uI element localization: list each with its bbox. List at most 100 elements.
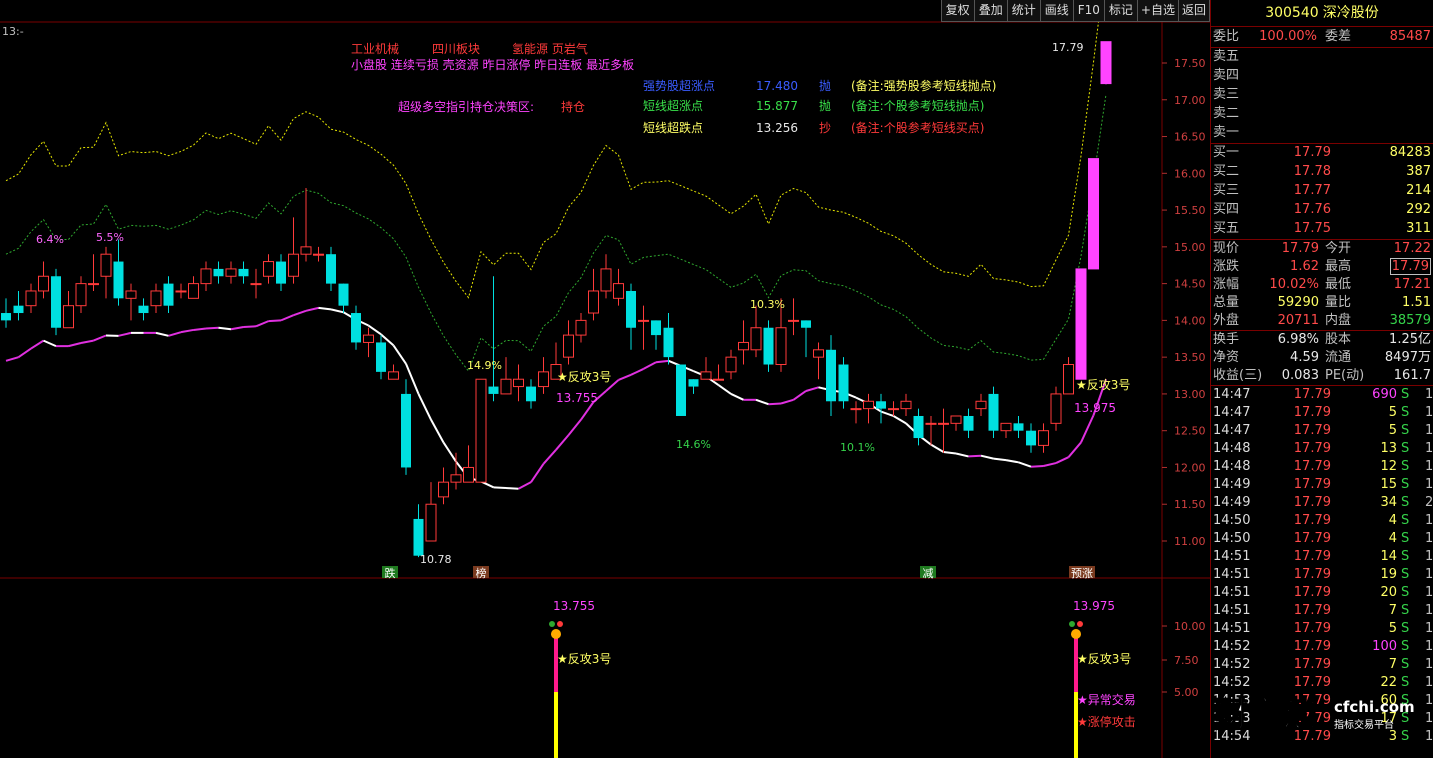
candle-body xyxy=(925,422,937,425)
quote-value: 38579 xyxy=(1389,313,1431,328)
sub-signal-dot xyxy=(1069,621,1075,627)
lower-band-segment xyxy=(155,331,169,337)
candle-body xyxy=(138,305,149,314)
tick-volume: 34 xyxy=(1380,495,1397,510)
candle-body xyxy=(638,319,649,322)
tick-time: 14:51 xyxy=(1213,621,1251,636)
bid-price: 17.79 xyxy=(1293,145,1331,160)
lower-band-segment xyxy=(955,452,969,458)
quote-value: 17.21 xyxy=(1393,277,1431,292)
strategy-label: 超级多空指引持仓决策区: xyxy=(398,99,534,114)
lower-band-segment xyxy=(68,342,82,348)
candle-body xyxy=(700,371,712,380)
bid-label: 买四 xyxy=(1213,202,1240,217)
candle-body-limit-up xyxy=(1075,268,1087,380)
ask-label: 卖五 xyxy=(1213,49,1240,64)
tick-price: 17.79 xyxy=(1293,657,1331,672)
toolbar-draw-button[interactable]: 画线 xyxy=(1039,0,1074,22)
sub-signal-label: 13.755 xyxy=(553,599,595,613)
tick-time: 14:47 xyxy=(1213,423,1251,438)
tick-direction: S xyxy=(1401,477,1410,492)
candle-body xyxy=(850,408,862,411)
quote-value: 59290 xyxy=(1277,295,1319,310)
lower-band-segment xyxy=(180,328,194,334)
tick-time: 14:51 xyxy=(1213,603,1251,618)
tick-direction: S xyxy=(1401,531,1410,546)
tick-count: 1 xyxy=(1425,459,1433,474)
sub-signal-label: ★异常交易 xyxy=(1077,692,1136,707)
stock-name: 深冷股份 xyxy=(1322,5,1379,21)
lower-band-segment xyxy=(968,454,982,458)
fund-label: PE(动) xyxy=(1325,368,1365,383)
signal-action: 抛 xyxy=(819,78,831,93)
candle-body xyxy=(413,518,424,556)
signal-name: 强势股超涨点 xyxy=(643,78,715,93)
signal-annotation: 13.975 xyxy=(1074,401,1116,415)
tick-row: 14:52 17.79 100 S 1 xyxy=(1211,638,1433,656)
tick-time: 14:50 xyxy=(1213,513,1251,528)
tick-count: 1 xyxy=(1425,423,1433,438)
lower-band-segment xyxy=(630,368,644,376)
candle-body xyxy=(838,364,849,402)
toolbar-stats-button[interactable]: 统计 xyxy=(1006,0,1041,22)
toolbar-mark-button[interactable]: 标记 xyxy=(1103,0,1138,22)
lower-band-segment xyxy=(1030,464,1044,468)
signal-value: 17.480 xyxy=(756,79,798,93)
toolbar-overlay-button[interactable]: 叠加 xyxy=(973,0,1008,22)
signal-name: 短线超跌点 xyxy=(643,120,703,135)
stock-code: 300540 xyxy=(1265,5,1319,21)
candle-body xyxy=(288,253,299,277)
bid-price: 17.77 xyxy=(1293,183,1331,198)
lower-band-segment xyxy=(768,402,782,406)
watermark-slogan: 指标交易平台 xyxy=(1334,718,1394,731)
candle-body xyxy=(1013,423,1024,431)
signal-marker-label: 减 xyxy=(923,567,934,580)
toolbar-f10-button[interactable]: F10 xyxy=(1072,0,1105,22)
candle-body xyxy=(38,275,49,292)
fund-value: 6.98% xyxy=(1277,332,1319,347)
lower-band-segment xyxy=(730,393,744,401)
order-ratio-row: 委比 100.00% 委差 85487 xyxy=(1211,26,1433,47)
quote-value: 17.79 xyxy=(1281,241,1319,256)
fund-value: 4.59 xyxy=(1290,350,1319,365)
fund-value: 8497万 xyxy=(1384,350,1431,365)
concept-tag: 工业机械 xyxy=(351,41,399,56)
lower-band-segment xyxy=(330,308,344,314)
kline-chart[interactable]: 17.50 17.00 16.50 16.00 15.50 15.00 14.50 14.00… xyxy=(0,0,1210,758)
candle-body xyxy=(376,342,386,372)
lower-band-segment xyxy=(417,393,432,421)
signal-marker-label: 预涨 xyxy=(1071,567,1093,580)
tick-price: 17.79 xyxy=(1293,639,1331,654)
tick-volume: 100 xyxy=(1372,639,1397,654)
tick-price: 17.79 xyxy=(1293,531,1331,546)
y-axis-tick-label: 15.50 xyxy=(1174,204,1206,217)
candle-body xyxy=(538,371,549,388)
bid-volume: 387 xyxy=(1406,164,1431,179)
candle-body xyxy=(988,393,999,431)
quote-label: 最高 xyxy=(1325,259,1352,274)
tick-row: 14:50 17.79 4 S 1 xyxy=(1211,512,1433,530)
tick-row: 14:47 17.79 5 S 1 xyxy=(1211,404,1433,422)
strategy-status: 持仓 xyxy=(561,99,585,114)
signal-action: 抛 xyxy=(819,98,831,113)
ask-row: 卖三 xyxy=(1211,86,1433,105)
toolbar-back-button[interactable]: 返回 xyxy=(1177,0,1210,22)
fund-row: 换手 6.98% 股本 1.25亿 xyxy=(1211,331,1433,349)
y-axis-tick-label: 15.00 xyxy=(1174,241,1206,254)
pct-change-label: 5.5% xyxy=(96,231,124,244)
lower-band-segment xyxy=(392,344,407,365)
ask-label: 卖二 xyxy=(1213,106,1240,121)
tick-volume: 7 xyxy=(1388,603,1397,618)
quote-value: 17.22 xyxy=(1393,241,1431,256)
stock-header[interactable]: 300540 深冷股份 xyxy=(1211,0,1433,26)
candle-body xyxy=(750,327,762,351)
toolbar-fuquan-button[interactable]: 复权 xyxy=(940,0,975,22)
fund-row: 收益(三) 0.083 PE(动) 161.7 xyxy=(1211,367,1433,385)
tick-time: 14:48 xyxy=(1213,441,1251,456)
candle-body xyxy=(175,290,187,293)
lower-band-segment xyxy=(1055,456,1069,464)
quote-label: 最低 xyxy=(1325,277,1352,292)
watermark: 财富池 cfchi.com 指标交易平台 xyxy=(1212,688,1432,736)
tick-time: 14:47 xyxy=(1213,387,1251,402)
toolbar-add-watchlist-button[interactable]: +自选 xyxy=(1136,0,1179,22)
